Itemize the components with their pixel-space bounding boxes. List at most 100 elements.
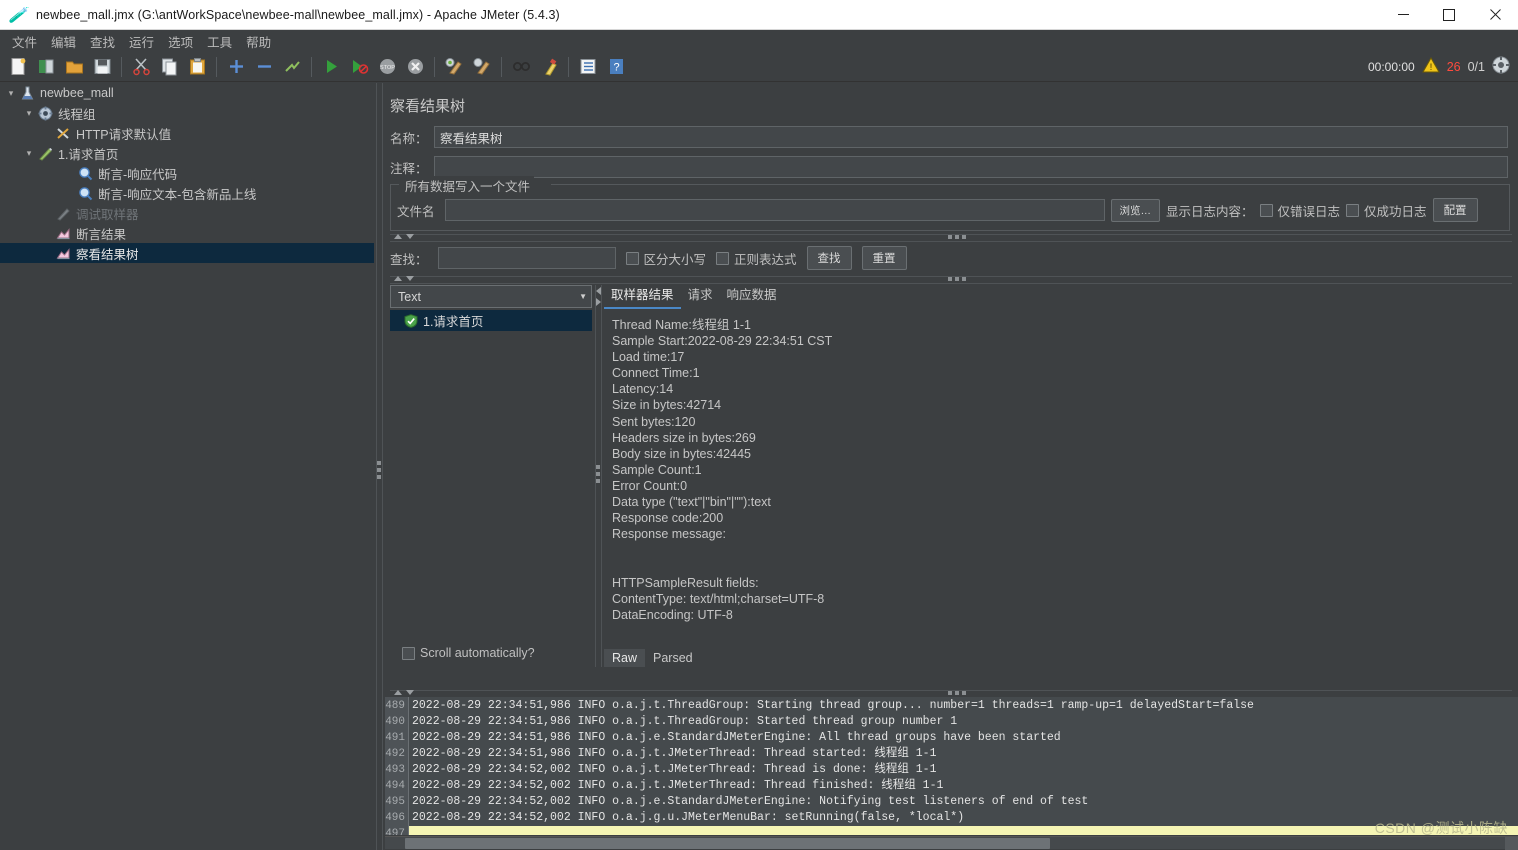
search-reset-button[interactable]: 重置 [861,246,907,270]
tree-node-assertion-results[interactable]: ▾ 断言结果 [0,223,374,243]
splitter-grip[interactable] [948,277,966,281]
paste-button[interactable] [184,54,210,80]
tab-sampler-result[interactable]: 取样器结果 [604,281,681,309]
success-shield-icon [404,313,418,328]
log-console[interactable]: 489 490 491 492 493 494 495 496 497 2022… [385,697,1518,835]
tab-raw[interactable]: Raw [604,649,646,667]
search-splitter-top[interactable] [390,233,1512,243]
chevron-down-icon[interactable]: ▾ [22,106,36,120]
shutdown-button[interactable] [402,54,428,80]
search-input[interactable] [437,247,616,269]
search-splitter-bottom[interactable] [390,275,1512,285]
log-horizontal-scrollbar[interactable] [385,836,1518,850]
collapse-up-icon[interactable] [394,276,402,281]
tree-node-assertion-response-code[interactable]: ▾ 断言-响应代码 [0,163,374,183]
cut-button[interactable] [128,54,154,80]
errors-only-checkbox[interactable]: 仅错误日志 [1259,201,1340,220]
toggle-button[interactable] [279,54,305,80]
case-sensitive-checkbox[interactable]: 区分大小写 [625,249,706,268]
page-title: 察看结果树 [390,98,466,115]
minimize-button[interactable] [1380,0,1426,30]
splitter-grip[interactable] [596,465,600,483]
search-submit-button[interactable]: 查找 [806,246,852,270]
open-button[interactable] [61,54,87,80]
splitter-grip[interactable] [948,235,966,239]
tree-node-http-sampler[interactable]: ▾ 1.请求首页 [0,143,374,163]
copy-button[interactable] [156,54,182,80]
collapse-up-icon[interactable] [394,234,402,239]
menu-tools[interactable]: 工具 [200,30,239,53]
search-reset-button[interactable] [536,54,562,80]
checkbox-icon[interactable] [625,251,639,265]
tree-node-test-plan[interactable]: ▾ newbee_mall [0,83,374,103]
clear-all-button[interactable] [469,54,495,80]
scroll-automatically-checkbox[interactable]: Scroll automatically? [402,646,535,660]
results-tree[interactable]: 1.请求首页 [390,310,592,639]
save-button[interactable] [89,54,115,80]
menu-options[interactable]: 选项 [161,30,200,53]
new-button[interactable] [5,54,31,80]
function-helper-button[interactable] [575,54,601,80]
browse-button[interactable]: 浏览… [1110,198,1161,222]
chevron-down-icon[interactable]: ▾ [22,146,36,160]
menu-help[interactable]: 帮助 [239,30,278,53]
tab-response-data[interactable]: 响应数据 [720,281,784,309]
tab-parsed[interactable]: Parsed [645,649,701,667]
menu-search[interactable]: 查找 [83,30,122,53]
configure-button[interactable]: 配置 [1432,198,1478,222]
chevron-down-icon[interactable]: ▼ [579,292,587,301]
start-no-pauses-button[interactable] [346,54,372,80]
splitter-arrows[interactable] [394,276,414,281]
checkbox-icon[interactable] [402,646,415,660]
clear-button[interactable] [441,54,467,80]
menu-run[interactable]: 运行 [122,30,161,53]
splitter-arrows[interactable] [596,287,601,306]
regex-checkbox[interactable]: 正则表达式 [716,249,797,268]
collapse-down-icon[interactable] [406,276,414,281]
tree-node-thread-group[interactable]: ▾ 线程组 [0,103,374,123]
renderer-select[interactable]: Text ▼ [390,285,592,308]
checkbox-icon[interactable] [1259,203,1273,217]
splitter-arrows[interactable] [394,690,414,695]
splitter-arrows[interactable] [394,234,414,239]
tree-node-debug-sampler[interactable]: ▾ 调试取样器 [0,203,374,223]
chevron-down-icon[interactable]: ▾ [4,86,18,100]
name-input[interactable] [434,126,1508,148]
checkbox-icon[interactable] [716,251,730,265]
start-button[interactable] [318,54,344,80]
tree-node-http-defaults[interactable]: ▾ HTTP请求默认值 [0,123,374,143]
success-only-checkbox[interactable]: 仅成功日志 [1346,201,1427,220]
test-plan-tree[interactable]: ▾ newbee_mall ▾ 线程组 HTTP请求默认值 ▾ 1.请求首页 断… [0,83,374,850]
warning-icon[interactable]: ! [1421,56,1440,76]
close-button[interactable] [1472,0,1518,30]
collapse-all-button[interactable] [251,54,277,80]
results-inner-splitter[interactable] [592,285,604,667]
stop-button[interactable]: STOP [374,54,400,80]
collapse-down-icon[interactable] [406,690,414,695]
log-line: 2022-08-29 22:34:52,002 INFO o.a.j.e.Sta… [412,795,1089,808]
menu-edit[interactable]: 编辑 [44,30,83,53]
filename-input[interactable] [444,199,1105,221]
maximize-button[interactable] [1426,0,1472,30]
tree-node-assertion-response-text[interactable]: ▾ 断言-响应文本-包含新品上线 [0,183,374,203]
search-button[interactable] [508,54,534,80]
comment-input[interactable] [434,156,1508,178]
sampler-result-text[interactable]: Thread Name:线程组 1-1 Sample Start:2022-08… [604,309,1512,643]
tab-request[interactable]: 请求 [681,281,720,309]
scrollbar-thumb[interactable] [405,838,1050,849]
collapse-left-icon[interactable] [596,287,601,295]
toolbar-separator [216,56,217,77]
templates-button[interactable] [33,54,59,80]
splitter-grip[interactable] [948,691,966,695]
collapse-up-icon[interactable] [394,690,402,695]
checkbox-icon[interactable] [1346,203,1360,217]
menu-file[interactable]: 文件 [5,30,44,53]
collapse-down-icon[interactable] [406,234,414,239]
splitter-grip[interactable] [377,461,381,479]
tree-node-view-results-tree[interactable]: ▾ 察看结果树 [0,243,374,263]
expand-all-button[interactable] [223,54,249,80]
help-button[interactable]: ? [603,54,629,80]
collapse-right-icon[interactable] [596,298,601,306]
main-vertical-splitter[interactable] [374,83,384,850]
result-item[interactable]: 1.请求首页 [390,310,592,331]
